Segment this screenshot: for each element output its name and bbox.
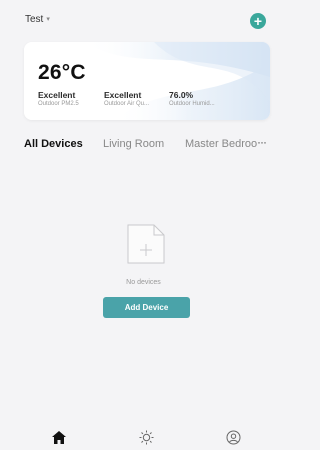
tab-living-room[interactable]: Living Room [103,138,164,150]
profile-icon[interactable] [225,429,241,445]
scene-sun-icon[interactable] [138,429,154,445]
header: Test ▾ + [0,0,287,40]
tab-all-devices[interactable]: All Devices [24,138,83,150]
add-glyph: + [253,13,263,29]
add-device-button[interactable]: Add Device [103,297,190,318]
stat-value: 76.0% [169,90,194,100]
home-name: Test [25,14,44,25]
stat-humidity: 76.0% Outdoor Humid... [169,90,215,107]
temperature: 26°C [38,61,86,84]
caret-down-icon: ▾ [46,16,50,23]
stat-label: Outdoor Humid... [169,101,215,107]
stat-value: Excellent [38,90,76,100]
empty-document-icon [125,223,167,265]
stat-label: Outdoor Air Qu... [104,101,150,107]
stat-label: Outdoor PM2.5 [38,101,79,107]
home-icon[interactable] [51,429,67,445]
stat-air-quality: Excellent Outdoor Air Qu... [104,90,149,107]
tab-master-bedroom[interactable]: Master Bedroom [185,138,257,150]
weather-card[interactable]: 26°C Excellent Outdoor PM2.5 Excellent O… [24,42,270,120]
empty-state-message: No devices [126,279,161,286]
more-icon[interactable]: ··· [257,135,267,149]
stat-value: Excellent [104,90,142,100]
stat-pm25: Excellent Outdoor PM2.5 [38,90,79,107]
room-tabs: All Devices Living Room Master Bedroom ·… [24,135,274,152]
bottom-tab-bar [0,420,287,450]
plus-circle-icon[interactable]: + [250,13,266,29]
home-selector[interactable]: Test ▾ [25,14,50,25]
